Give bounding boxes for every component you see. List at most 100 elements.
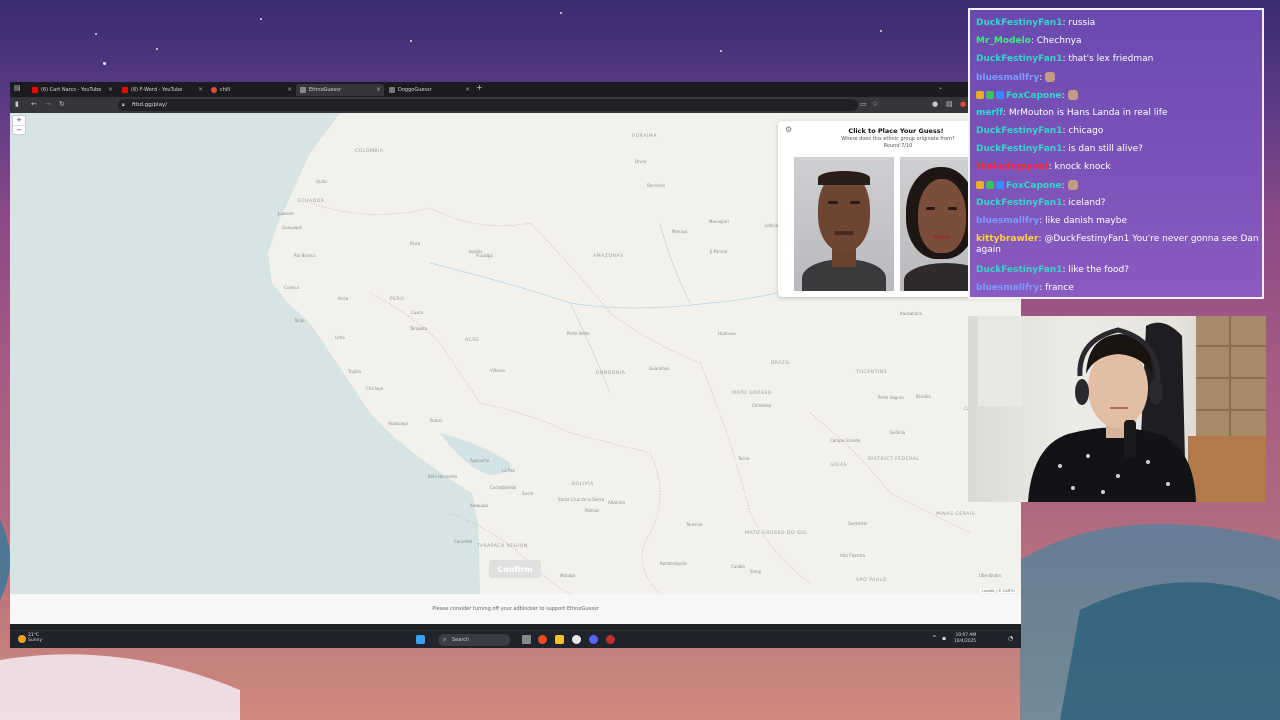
map-attribution[interactable]: Leaflet | © CARTO (980, 589, 1017, 593)
chat-username[interactable]: thelachoppost (976, 162, 1049, 172)
close-icon[interactable]: × (465, 86, 470, 93)
map-label: Cochabamba (490, 485, 517, 490)
map-label: Oruro (635, 159, 647, 164)
chat-message: merlf: MrMouton is Hans Landa in real li… (976, 108, 1260, 119)
chat-username[interactable]: FoxCapone (1006, 91, 1062, 101)
map-label: Arica (338, 296, 349, 301)
chat-text: iceland? (1068, 198, 1106, 208)
map-label: Leticia (765, 223, 779, 228)
close-icon[interactable]: × (376, 86, 381, 93)
new-tab-icon[interactable]: + (476, 83, 483, 92)
tab-cart-narcs[interactable]: (6) Cart Narcs - YouTube × (28, 84, 116, 96)
task-view-icon[interactable] (522, 635, 531, 644)
browser-menu-icon[interactable]: ▤ (14, 84, 21, 92)
map-label: Vilhena (490, 368, 505, 373)
chat-text: chicago (1068, 126, 1104, 136)
taskbar-search[interactable]: ⌕ Search (438, 634, 510, 646)
bookmark-star-icon[interactable]: ☆ (872, 100, 878, 108)
map-label: La Paz (502, 468, 515, 473)
map-label: MATO GROSSO DO SUL (745, 531, 808, 536)
chat-username[interactable]: DuckFestinyFan1 (976, 144, 1062, 154)
chat-message: thelachoppost: knock knock (976, 162, 1260, 173)
chat-username[interactable]: bluesmallfry (976, 73, 1039, 83)
chrome-icon[interactable] (572, 635, 581, 644)
chat-message: FoxCapone: (976, 90, 1260, 102)
system-clock[interactable]: 10:07 AM 10/4/2025 (954, 633, 976, 645)
extensions-icon[interactable]: ● (932, 100, 938, 108)
start-windows-icon[interactable] (416, 635, 425, 644)
chat-username[interactable]: merlf (976, 108, 1003, 118)
chat-text: like danish maybe (1045, 216, 1127, 226)
chat-username[interactable]: bluesmallfry (976, 216, 1039, 226)
wallet-icon[interactable]: ▤ (946, 100, 953, 108)
chat-username[interactable]: DuckFestinyFan1 (976, 54, 1062, 64)
map-label: Lima (335, 335, 345, 340)
tab-strip: ▤ (6) Cart Narcs - YouTube × (6) F-Word … (10, 82, 1021, 97)
chat-username[interactable]: Mr_Modelo (976, 36, 1031, 46)
obs-icon[interactable] (606, 635, 615, 644)
notification-icon[interactable]: ◔ (1008, 635, 1013, 642)
tab-chill[interactable]: chill × (207, 84, 295, 96)
map-label: AMAZONAS (593, 254, 624, 259)
forward-icon[interactable]: → (45, 100, 51, 108)
map-label: Barreiras (647, 183, 666, 188)
browser-window: ▤ (6) Cart Narcs - YouTube × (6) F-Word … (10, 82, 1021, 648)
tab-doggoguessr[interactable]: DoggoGuessr × (385, 84, 473, 96)
adblock-notice-text: Please consider turning off your adblock… (432, 606, 599, 612)
map-label: RORAIMA (632, 134, 657, 139)
chat-message: bluesmallfry: france (976, 283, 1260, 294)
close-icon[interactable]: × (287, 86, 292, 93)
chat-username[interactable]: DuckFestinyFan1 (976, 198, 1062, 208)
youtube-icon (122, 87, 128, 93)
close-icon[interactable]: × (198, 86, 203, 93)
chat-message: DuckFestinyFan1: russia (976, 18, 1260, 29)
chat-username[interactable]: bluesmallfry (976, 283, 1039, 293)
chat-message: FoxCapone: (976, 180, 1260, 192)
map-label: Juazeiro (278, 211, 294, 216)
brave-browser-icon[interactable] (538, 635, 547, 644)
settings-gear-icon[interactable]: ⚙ (785, 125, 792, 134)
chat-username[interactable]: DuckFestinyFan1 (976, 18, 1062, 28)
map-label: Tarija (294, 318, 305, 323)
chat-username[interactable]: DuckFestinyFan1 (976, 265, 1062, 275)
doggoguessr-icon (389, 87, 395, 93)
discord-icon[interactable] (589, 635, 598, 644)
network-icon[interactable]: ▪ (942, 635, 946, 642)
reload-icon[interactable]: ↻ (59, 100, 65, 108)
file-explorer-icon[interactable] (555, 635, 564, 644)
lock-icon: 🔒︎ (122, 102, 125, 108)
chat-message: DuckFestinyFan1: chicago (976, 126, 1260, 137)
adblock-notice: Please consider turning off your adblock… (10, 594, 1021, 624)
tab-list-icon[interactable]: ⌄ (938, 84, 943, 91)
tray-chevron-icon[interactable]: ^ (932, 635, 937, 642)
map-label: Brasília (916, 394, 931, 399)
chat-username[interactable]: FoxCapone (1006, 181, 1062, 191)
map-label: Belo Horizonte (428, 474, 458, 479)
guess-map[interactable]: COLOMBIA ECUADOR PERU AMAZONAS BRAZIL ACRE RON… (10, 113, 1021, 594)
chat-username[interactable]: kittybrawler (976, 234, 1038, 244)
close-icon[interactable]: × (108, 86, 113, 93)
zoom-in-button[interactable]: + (13, 116, 25, 126)
face-image-male (794, 157, 894, 291)
reader-icon[interactable]: ▭ (860, 100, 867, 108)
weather-widget[interactable]: 21°C Sunny (28, 633, 42, 643)
chat-username[interactable]: DuckFestinyFan1 (976, 126, 1062, 136)
profile-icon[interactable]: ● (960, 100, 966, 108)
tab-ethnoguessr[interactable]: EthnoGuessr × (296, 84, 384, 96)
zoom-out-button[interactable]: − (13, 126, 25, 135)
map-label: Trujillo (348, 369, 361, 374)
sidebar-icon[interactable]: ▮ (15, 100, 19, 108)
weather-icon[interactable] (18, 635, 26, 643)
address-bar[interactable]: 🔒︎ ftbd.gg/play/ (118, 99, 858, 111)
map-label: Potosí (430, 418, 442, 423)
tab-f-word[interactable]: (6) F-Word - YouTube × (118, 84, 206, 96)
map-label: Corumbá (454, 539, 473, 544)
map-label: Cuenca (284, 285, 299, 290)
confirm-button[interactable]: Confirm (489, 560, 541, 578)
back-icon[interactable]: ← (31, 100, 37, 108)
chat-message: DuckFestinyFan1: iceland? (976, 198, 1260, 209)
map-label: Manaus (672, 229, 688, 234)
map-label: Arequipa (470, 503, 488, 508)
map-label: Tacna (738, 456, 750, 461)
map-label: Manaquiri (709, 219, 729, 224)
